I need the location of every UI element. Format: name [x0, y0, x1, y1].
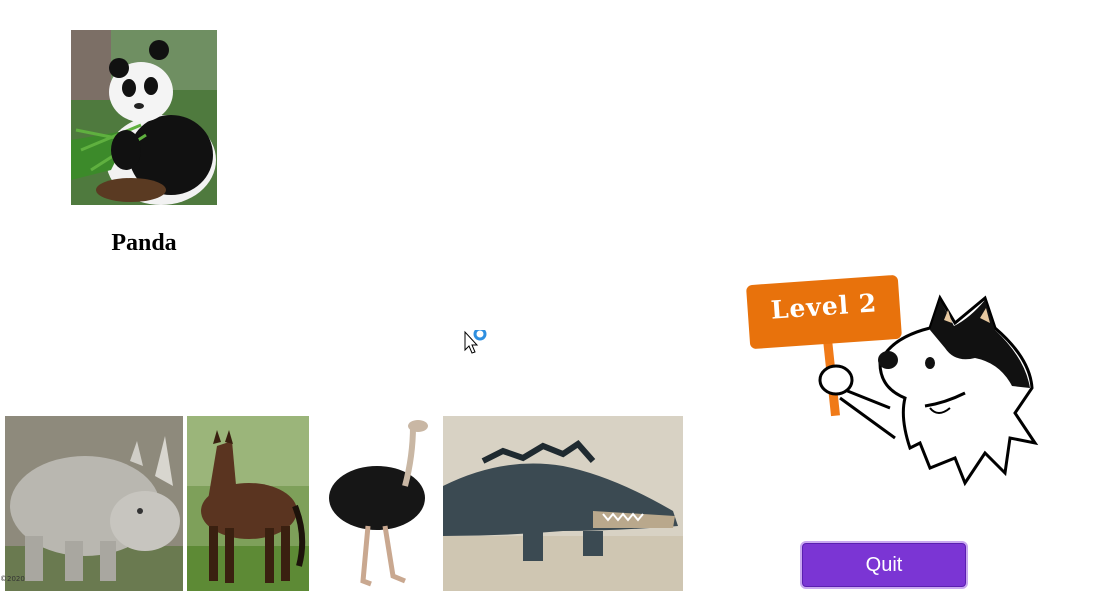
choice-horse[interactable]: [187, 416, 309, 591]
crocodile-photo-icon: [443, 416, 683, 591]
panda-photo-icon: [71, 30, 217, 205]
choice-ostrich[interactable]: [313, 416, 439, 591]
rhino-photo-icon: [5, 416, 183, 591]
choice-rhino[interactable]: [5, 416, 183, 591]
quit-button[interactable]: Quit: [800, 541, 968, 589]
target-animal-photo: [71, 30, 217, 205]
choice-crocodile[interactable]: [443, 416, 683, 591]
target-animal-name: Panda: [111, 230, 177, 256]
ostrich-photo-icon: [313, 416, 439, 591]
busy-cursor-icon: [464, 327, 490, 356]
horse-photo-icon: [187, 416, 309, 591]
copyright-text: ©2020: [0, 575, 25, 583]
